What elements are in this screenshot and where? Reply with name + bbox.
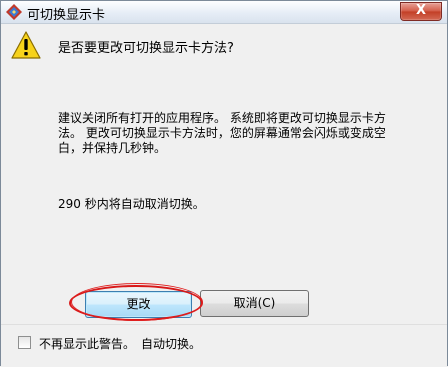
title-bar[interactable]: 可切换显示卡 X	[1, 1, 447, 24]
dialog-content: 是否要更改可切换显示卡方法? 建议关闭所有打开的应用程序。 系统即将更改可切换显…	[1, 24, 447, 366]
window-title: 可切换显示卡	[27, 8, 106, 23]
dont-show-label[interactable]: 不再显示此警告。	[39, 335, 135, 352]
cancel-button[interactable]: 取消(C)	[200, 290, 309, 317]
auto-switch-label: 自动切换。	[141, 337, 202, 351]
dialog-advice: 建议关闭所有打开的应用程序。 系统即将更改可切换显示卡方法。 更改可切换显示卡方…	[58, 111, 386, 155]
dialog-footer: 不再显示此警告。 自动切换。	[1, 324, 447, 367]
change-button[interactable]: 更改	[85, 291, 192, 318]
dialog-window: 可切换显示卡 X 是否要更改可切换显示卡方法? 建议关闭所有打开的应用程序。 系…	[0, 0, 448, 367]
countdown-text: 290 秒内将自动取消切换。	[58, 197, 205, 211]
dont-show-checkbox[interactable]	[18, 336, 31, 349]
warning-icon	[11, 31, 41, 59]
close-button[interactable]: X	[400, 2, 442, 21]
display-switch-icon	[5, 3, 23, 21]
close-icon: X	[415, 3, 427, 18]
dialog-question: 是否要更改可切换显示卡方法?	[58, 41, 234, 56]
